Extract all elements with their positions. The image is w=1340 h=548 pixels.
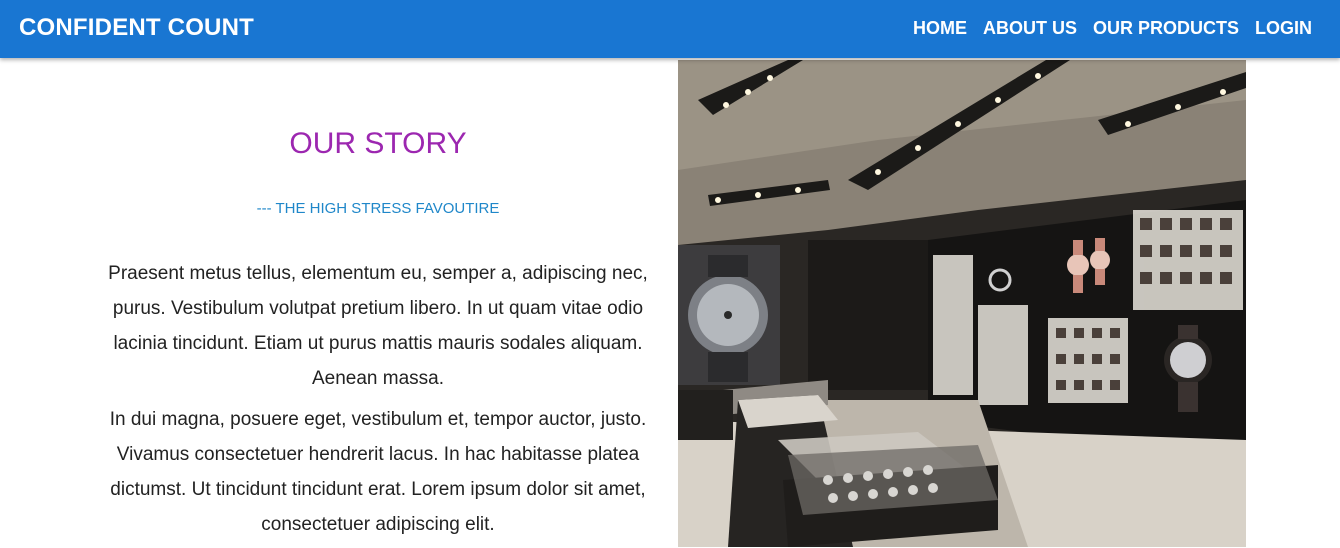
nav-login-link[interactable]: LOGIN <box>1255 16 1312 40</box>
nav-home-link[interactable]: HOME <box>913 16 967 40</box>
story-paragraph: In dui magna, posuere eget, vestibulum e… <box>109 409 647 535</box>
top-navbar: CONFIDENT COUNT HOME ABOUT US OUR PRODUC… <box>0 0 1340 58</box>
story-paragraph: Praesent metus tellus, elementum eu, sem… <box>108 263 648 389</box>
brand-logo[interactable]: CONFIDENT COUNT <box>19 13 254 43</box>
nav-about-us-link[interactable]: ABOUT US <box>983 16 1077 40</box>
nav-our-products-link[interactable]: OUR PRODUCTS <box>1093 16 1239 40</box>
watch-store-photo <box>678 60 1246 547</box>
story-subtitle: --- THE HIGH STRESS FAVOUTIRE <box>256 200 500 217</box>
nav-links: HOME ABOUT US OUR PRODUCTS LOGIN <box>913 16 1312 40</box>
story-title: OUR STORY <box>289 127 467 160</box>
our-story-section: OUR STORY --- THE HIGH STRESS FAVOUTIRE … <box>78 60 678 547</box>
story-body: Praesent metus tellus, elementum eu, sem… <box>92 256 664 548</box>
watch-store-illustration <box>678 60 1246 547</box>
